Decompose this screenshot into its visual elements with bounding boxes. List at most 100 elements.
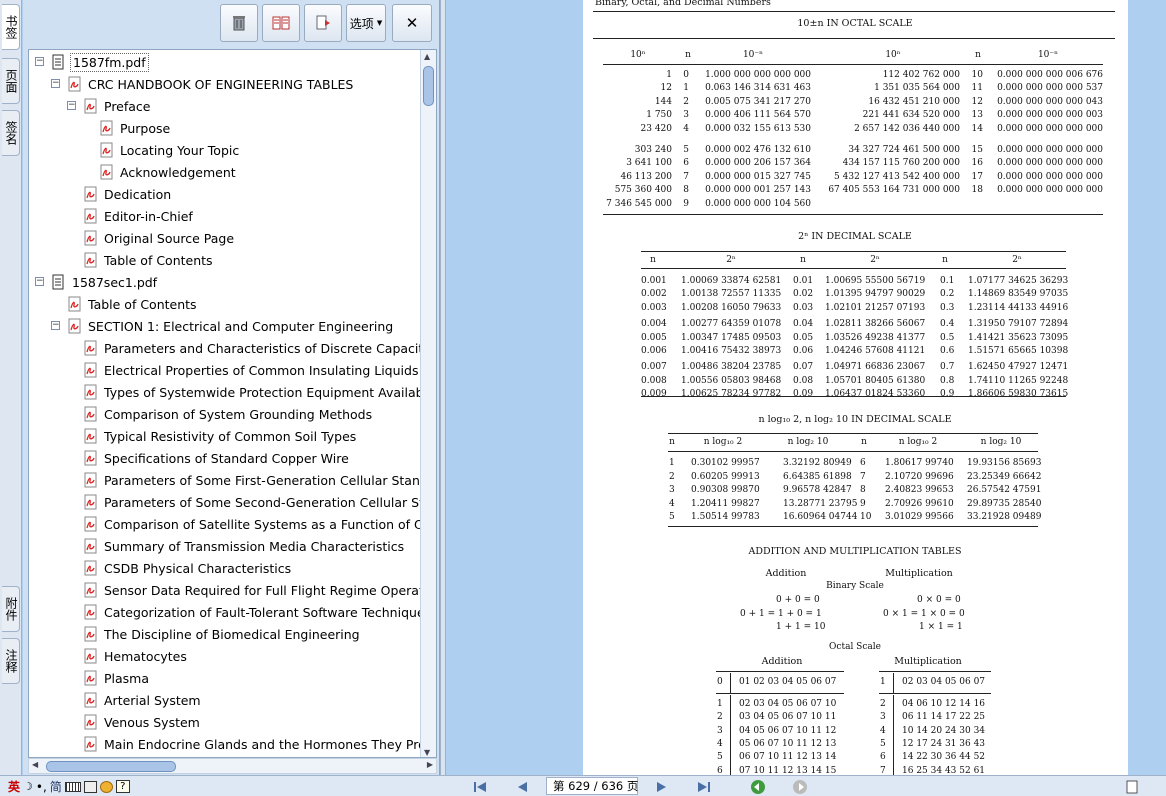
tree-vertical-scrollbar[interactable]: ▲ ▼	[420, 50, 436, 757]
toolbox-icon[interactable]	[83, 780, 97, 793]
collapse-toggle-icon[interactable]: −	[67, 101, 76, 110]
bookmark-label: Acknowledgement	[120, 164, 236, 180]
bookmark-item[interactable]: Typical Resistivity of Common Soil Types	[71, 425, 358, 447]
pdf-bookmark-icon	[100, 120, 113, 136]
bookmark-item[interactable]: Main Endocrine Glands and the Hormones T…	[71, 733, 421, 755]
table-header: n log₁₀ 2	[703, 437, 743, 447]
moon-icon[interactable]: ☽	[23, 780, 33, 793]
last-page-button[interactable]	[690, 778, 718, 795]
tab-pages[interactable]: 页面	[2, 58, 20, 104]
options-dropdown[interactable]: 选项 ▼	[346, 4, 386, 42]
next-page-button[interactable]	[648, 778, 676, 795]
scroll-left-icon[interactable]: ◀	[32, 760, 38, 769]
table-cell: 1.23114 44133 44916	[968, 302, 1069, 313]
previous-page-button[interactable]	[508, 778, 536, 795]
bookmark-item[interactable]: Acknowledgement	[87, 161, 238, 183]
bookmark-item[interactable]: Sensor Data Required for Full Flight Reg…	[71, 579, 421, 601]
bookmark-item[interactable]: Hematocytes	[71, 645, 189, 667]
table-cell: 0.005 075 341 217 270	[705, 96, 811, 107]
tree-vertical-scroll-thumb[interactable]	[423, 66, 434, 106]
bookmark-item[interactable]: − 1587fm.pdf	[35, 51, 149, 73]
tab-attachments[interactable]: 附件	[2, 586, 20, 632]
go-forward-button[interactable]	[786, 778, 814, 795]
table-cell: 18	[971, 185, 983, 196]
bookmark-item[interactable]: Editor-in-Chief	[71, 205, 195, 227]
bookmark-item[interactable]: Plasma	[71, 667, 151, 689]
bookmark-item[interactable]: − CRC HANDBOOK OF ENGINEERING TABLES	[51, 73, 355, 95]
bookmark-item[interactable]: − 1587sec1.pdf	[35, 271, 159, 293]
table-cell: 1.41421 35623 73095	[968, 332, 1069, 343]
table-header: 2ⁿ	[726, 255, 736, 265]
bookmark-item[interactable]: CSDB Physical Characteristics	[71, 557, 293, 579]
panel-splitter[interactable]	[440, 0, 446, 775]
tab-signatures[interactable]: 签名	[2, 110, 20, 156]
pdf-bookmark-icon	[100, 164, 113, 180]
bookmark-item[interactable]: Parameters and Characteristics of Discre…	[71, 337, 421, 359]
page-indicator[interactable]: 第 629 / 636 页	[546, 777, 638, 795]
help-icon[interactable]: ?	[115, 780, 130, 793]
table-cell: 11	[971, 83, 983, 94]
table-cell: 0.01	[793, 276, 814, 286]
delete-bookmark-button[interactable]	[220, 4, 258, 42]
bookmark-item[interactable]: − SECTION 1: Electrical and Computer Engi…	[51, 315, 395, 337]
ime-simplified-toggle[interactable]: 简	[50, 778, 62, 795]
bookmark-item[interactable]: − Preface	[67, 95, 153, 117]
table-rule	[879, 693, 991, 694]
keyboard-icon[interactable]	[64, 781, 81, 792]
tree-horizontal-scrollbar[interactable]: ◀ ▶	[28, 758, 437, 774]
table-cell: 9	[683, 198, 689, 209]
go-back-button[interactable]	[744, 778, 772, 795]
scroll-right-icon[interactable]: ▶	[427, 760, 433, 769]
table-cell: 10	[971, 70, 983, 80]
tab-annotations[interactable]: 注释	[2, 638, 20, 684]
document-scrollbar[interactable]	[1150, 0, 1166, 775]
ime-english-toggle[interactable]: 英	[8, 778, 20, 795]
bookmark-item[interactable]: Purpose	[87, 117, 172, 139]
bookmark-item[interactable]: Categorization of Fault-Tolerant Softwar…	[71, 601, 421, 623]
table-cell: 23 420	[640, 123, 673, 134]
bookmark-item[interactable]: Parameters of Some First-Generation Cell…	[71, 469, 421, 491]
pdf-bookmark-icon	[84, 384, 97, 400]
table-cell: 6	[683, 158, 689, 169]
bookmark-item[interactable]: Comparison of System Grounding Methods	[71, 403, 374, 425]
table-header: 10⁻ⁿ	[742, 50, 764, 60]
collapse-toggle-icon[interactable]: −	[51, 79, 60, 88]
scroll-up-icon[interactable]: ▲	[424, 52, 430, 61]
bookmark-item[interactable]: Comparison of Satellite Systems as a Fun…	[71, 513, 421, 535]
bookmark-item[interactable]: Locating Your Topic	[87, 139, 241, 161]
bookmark-from-selection-button[interactable]	[304, 4, 342, 42]
table-cell: 0.007	[641, 362, 667, 373]
table-cell: 26.57542 47591	[967, 485, 1042, 495]
skin-icon[interactable]	[99, 780, 113, 793]
tab-bookmarks[interactable]: 书签	[2, 4, 20, 50]
close-panel-button[interactable]: ✕	[392, 4, 432, 42]
table-cell: 7 346 545 000	[606, 198, 672, 209]
single-page-view-button[interactable]	[1118, 778, 1146, 795]
bookmark-item[interactable]: Types of Systemwide Protection Equipment…	[71, 381, 421, 403]
tree-horizontal-scroll-thumb[interactable]	[46, 761, 176, 772]
bookmark-item[interactable]: Venous System	[71, 711, 202, 733]
scroll-down-icon[interactable]: ▼	[424, 748, 430, 757]
pdf-bookmark-icon	[84, 428, 97, 444]
table-cell: 1.31950 79107 72894	[968, 319, 1069, 330]
collapse-toggle-icon[interactable]: −	[35, 277, 44, 286]
new-bookmark-button[interactable]	[262, 4, 300, 42]
collapse-toggle-icon[interactable]: −	[35, 57, 44, 66]
bookmark-item[interactable]: Summary of Transmission Media Characteri…	[71, 535, 406, 557]
bookmark-item[interactable]: Dedication	[71, 183, 173, 205]
table-cell: 1 351 035 564 000	[874, 83, 960, 94]
bookmark-item[interactable]: Electrical Properties of Common Insulati…	[71, 359, 420, 381]
table-cell: 0.006	[641, 346, 667, 356]
collapse-toggle-icon[interactable]: −	[51, 321, 60, 330]
first-page-button[interactable]	[466, 778, 494, 795]
bookmark-item[interactable]: Table of Contents	[55, 293, 199, 315]
punctuation-icon[interactable]: •,	[36, 780, 47, 794]
bookmark-item[interactable]: Original Source Page	[71, 227, 236, 249]
bookmark-item[interactable]: Arterial System	[71, 689, 203, 711]
table-cell: 0.000 000 000 104 560	[705, 198, 811, 209]
bookmark-item[interactable]: The Discipline of Biomedical Engineering	[71, 623, 362, 645]
bookmark-item[interactable]: Table of Contents	[71, 249, 215, 271]
table-rule	[603, 64, 1103, 65]
bookmark-item[interactable]: Parameters of Some Second-Generation Cel…	[71, 491, 421, 513]
bookmark-item[interactable]: Specifications of Standard Copper Wire	[71, 447, 351, 469]
